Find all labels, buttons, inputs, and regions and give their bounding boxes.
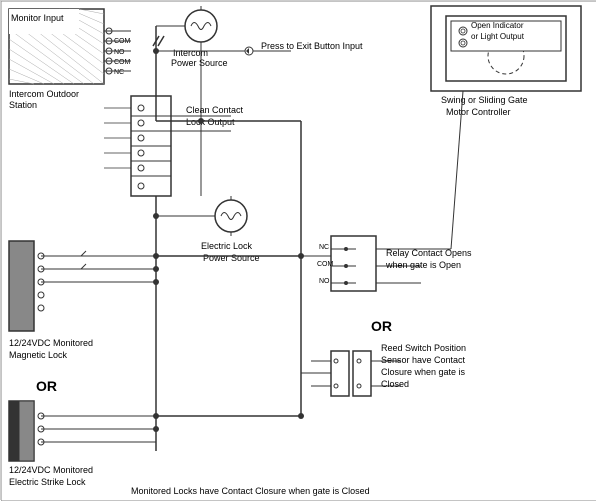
svg-text:Intercom Outdoor: Intercom Outdoor — [9, 89, 79, 99]
svg-text:Power Source: Power Source — [171, 58, 228, 68]
svg-text:OR: OR — [36, 378, 57, 394]
svg-text:12/24VDC Monitored: 12/24VDC Monitored — [9, 465, 93, 475]
svg-text:NC: NC — [319, 244, 329, 251]
svg-text:Closed: Closed — [381, 379, 409, 389]
svg-text:Intercom: Intercom — [173, 48, 208, 58]
svg-text:Press to Exit Button Input: Press to Exit Button Input — [261, 41, 363, 51]
svg-text:COM: COM — [317, 261, 334, 268]
svg-text:or Light Output: or Light Output — [471, 32, 525, 41]
svg-text:Magnetic Lock: Magnetic Lock — [9, 350, 68, 360]
svg-text:Electric Lock: Electric Lock — [201, 241, 253, 251]
svg-text:COM: COM — [114, 59, 131, 66]
wiring-diagram: Monitor Input COM NO COM NC Intercom Out… — [0, 0, 596, 500]
svg-text:Monitor Input: Monitor Input — [11, 13, 64, 23]
svg-text:NC: NC — [114, 69, 124, 76]
svg-text:12/24VDC Monitored: 12/24VDC Monitored — [9, 338, 93, 348]
svg-text:Sensor have Contact: Sensor have Contact — [381, 355, 466, 365]
svg-text:Clean Contact: Clean Contact — [186, 105, 244, 115]
svg-text:Open Indicator: Open Indicator — [471, 21, 524, 30]
svg-text:Closure when gate is: Closure when gate is — [381, 367, 466, 377]
svg-text:OR: OR — [371, 318, 392, 334]
svg-text:Station: Station — [9, 100, 37, 110]
svg-text:NO: NO — [114, 49, 125, 56]
svg-text:NO: NO — [319, 278, 330, 285]
svg-text:Lock Output: Lock Output — [186, 117, 235, 127]
svg-text:Motor Controller: Motor Controller — [446, 107, 511, 117]
svg-text:Reed Switch Position: Reed Switch Position — [381, 343, 466, 353]
svg-text:Power Source: Power Source — [203, 253, 260, 263]
svg-text:Monitored Locks have Contact C: Monitored Locks have Contact Closure whe… — [131, 486, 370, 496]
svg-text:Swing or Sliding Gate: Swing or Sliding Gate — [441, 95, 528, 105]
svg-text:Electric Strike Lock: Electric Strike Lock — [9, 477, 86, 487]
svg-text:when gate is Open: when gate is Open — [385, 260, 461, 270]
